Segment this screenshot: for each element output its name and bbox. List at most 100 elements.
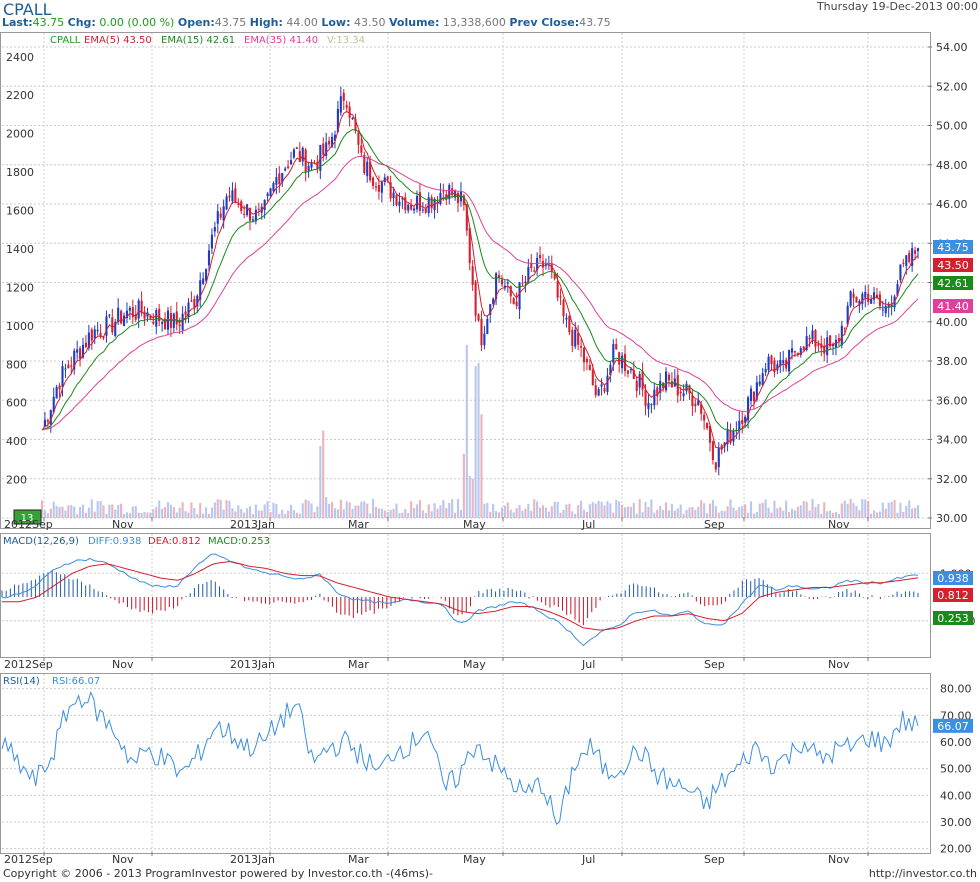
volume-bar — [307, 500, 310, 518]
volume-bar — [770, 512, 773, 518]
candle-body — [483, 333, 486, 346]
candle-body — [559, 296, 562, 298]
candle-body — [843, 327, 846, 329]
candle-body — [207, 250, 211, 266]
volume-bar — [829, 510, 832, 518]
macd-x-axis: 2012Sep Nov 2013Jan Mar May Jul Sep Nov — [4, 657, 869, 671]
volume-bar — [348, 502, 351, 518]
volume-bar — [240, 508, 243, 518]
volume-bar — [726, 506, 729, 518]
candle-body — [597, 389, 600, 396]
candle-body — [585, 358, 588, 363]
x-tick-label: Sep — [704, 518, 725, 531]
volume-bar — [43, 510, 46, 518]
volume-bar — [456, 499, 460, 518]
x-tick-label: Jul — [581, 658, 595, 671]
volume-bar — [761, 502, 764, 518]
volume-bar — [612, 512, 615, 518]
candle-body — [571, 330, 574, 346]
candle-body — [90, 329, 93, 341]
volume-bar — [875, 512, 879, 518]
volume-bar — [729, 499, 732, 518]
candle-body — [568, 315, 571, 333]
legend-ema5: EMA(5) 43.50 — [84, 35, 152, 46]
volume-bar — [175, 512, 178, 518]
macd-legend: MACD(12,26,9) DIFF:0.938 DEA:0.812 MACD:… — [3, 536, 270, 547]
volume-bar — [553, 501, 556, 518]
volume-bar — [506, 502, 509, 518]
volume-bar — [870, 513, 873, 518]
x-tick-label: 2012Sep — [4, 518, 53, 531]
volume-bar — [864, 499, 867, 518]
volume-bar — [84, 512, 87, 518]
candle-body — [902, 262, 905, 264]
volume-bar — [146, 512, 149, 518]
candle-body — [292, 149, 296, 158]
volume-bar — [873, 510, 876, 518]
volume-bar — [401, 512, 404, 518]
candle-body — [339, 96, 342, 113]
volume-bar — [474, 366, 477, 518]
volume-bar — [163, 507, 167, 518]
rsi-tick-label: 50.00 — [940, 763, 972, 776]
volume-bar — [796, 506, 799, 518]
candle-body — [413, 208, 416, 211]
x-tick-label: Mar — [348, 658, 369, 671]
volume-bar — [372, 498, 375, 518]
footer-link[interactable]: http://investor.co.th — [869, 867, 977, 880]
volume-bar — [793, 510, 797, 518]
price-axis: 54.0052.0050.0048.0046.0044.0042.0040.00… — [928, 41, 973, 525]
x-tick-label: Mar — [348, 853, 369, 866]
volume-bar — [741, 506, 744, 518]
volume-bar — [304, 499, 307, 518]
volume-bar — [779, 507, 782, 518]
volume-bar — [893, 500, 896, 518]
candle-body — [243, 213, 246, 215]
volume-bar — [137, 512, 140, 518]
candle-body — [289, 160, 293, 165]
candle-body — [606, 375, 609, 392]
volume-bar — [111, 504, 114, 518]
candle-body — [366, 161, 369, 177]
candle-body — [328, 140, 331, 145]
candle-body — [287, 166, 290, 169]
volume-bar — [64, 510, 67, 518]
candle-body — [582, 347, 586, 363]
volume-bar — [536, 501, 539, 518]
candle-body — [278, 173, 281, 184]
volume-bar — [650, 499, 653, 518]
volume-bar — [682, 513, 685, 518]
candle-body — [175, 311, 178, 325]
volume-bar — [187, 512, 190, 518]
candle-body — [216, 211, 219, 224]
candle-body — [128, 307, 131, 311]
volume-bar — [199, 503, 202, 518]
candle-body — [298, 151, 301, 163]
volume-bar — [878, 511, 881, 518]
volume-bar — [207, 513, 211, 518]
candle-body — [161, 322, 164, 324]
stock-chart[interactable]: 54.0052.0050.0048.0046.0044.0042.0040.00… — [0, 0, 980, 882]
volume-bar — [697, 506, 700, 518]
candle-body — [790, 348, 794, 353]
volume-bar — [588, 504, 591, 518]
candle-body — [556, 281, 559, 298]
candle-body — [506, 282, 509, 284]
ema5-line — [41, 110, 919, 450]
volume-bar — [606, 501, 609, 518]
candle-body — [345, 104, 348, 108]
candle-body — [711, 441, 714, 461]
volume-bar — [483, 503, 486, 518]
candle-body — [421, 209, 424, 211]
candle-body — [594, 385, 597, 396]
candle-body — [817, 344, 820, 346]
candle-body — [377, 185, 380, 192]
ema15-line — [41, 129, 919, 432]
volume-bar — [603, 505, 606, 518]
candle-body — [143, 311, 146, 319]
volume-bar — [550, 506, 553, 518]
volume-bar — [278, 513, 281, 518]
volume-bar — [820, 514, 823, 518]
volume-bar — [855, 505, 858, 518]
volume-bar — [673, 510, 676, 518]
